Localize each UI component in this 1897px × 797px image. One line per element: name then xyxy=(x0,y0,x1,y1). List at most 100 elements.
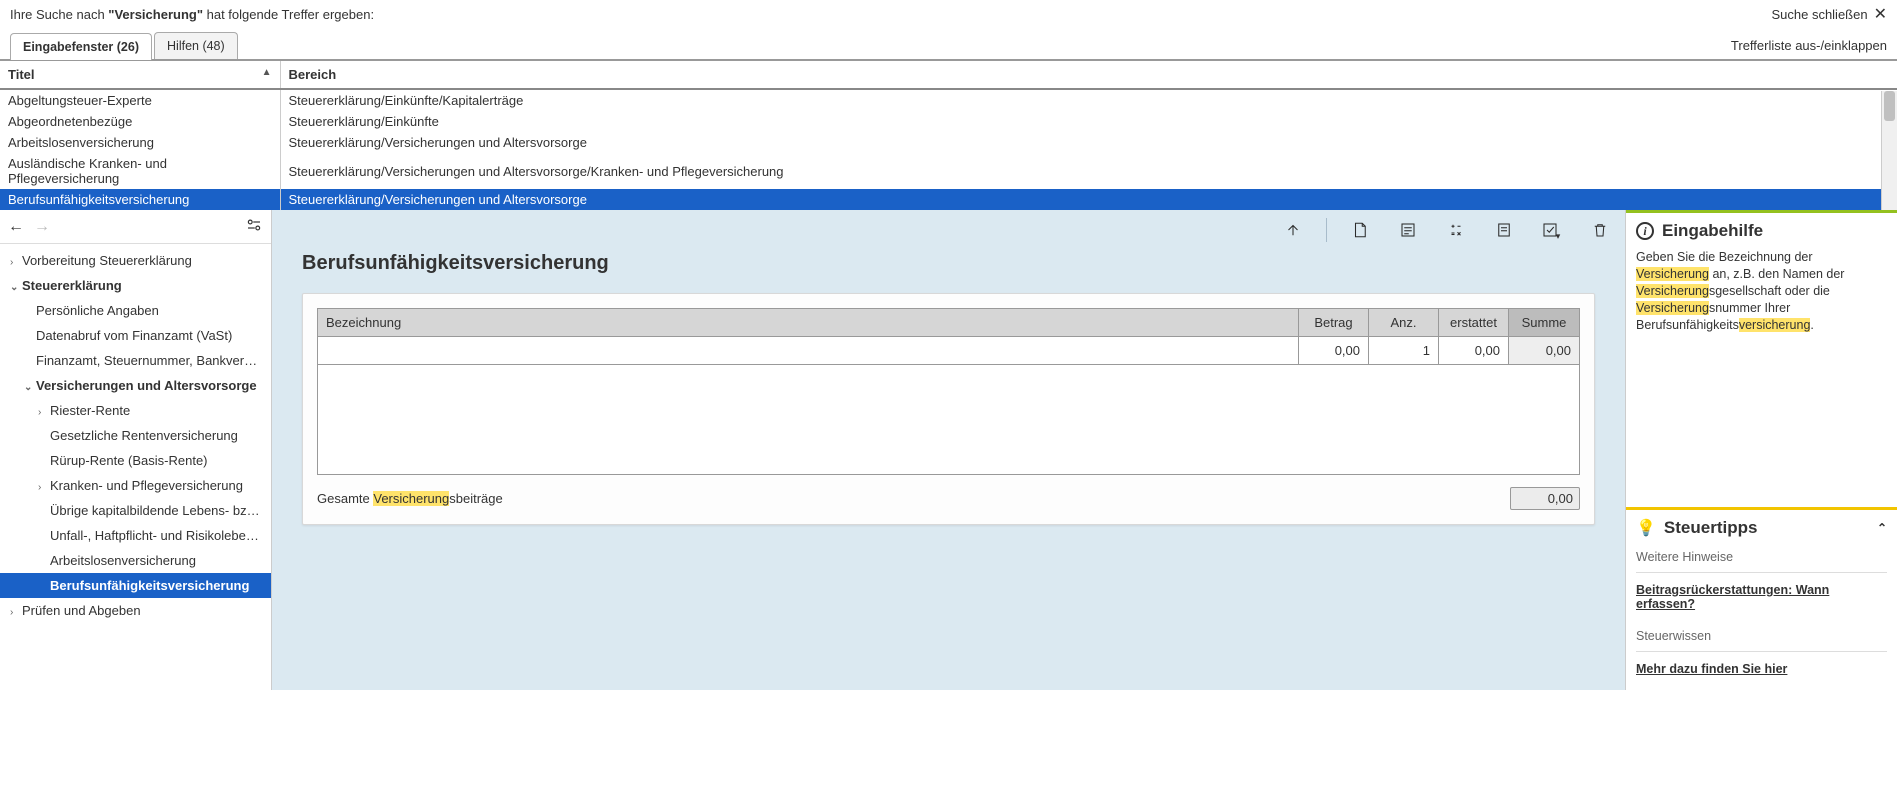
search-close-button[interactable]: Suche schließen ✕ xyxy=(1771,4,1887,24)
nav-forward-button[interactable]: → xyxy=(34,218,50,236)
nav-item-label: Rürup-Rente (Basis-Rente) xyxy=(50,453,208,468)
nav-item[interactable]: Finanzamt, Steuernummer, Bankverbindung xyxy=(0,348,271,373)
bulb-icon: 💡 xyxy=(1636,518,1656,538)
col-anz[interactable]: Anz. xyxy=(1369,309,1439,336)
help-title: i Eingabehilfe xyxy=(1636,221,1887,241)
results-scrollbar[interactable] xyxy=(1881,91,1897,210)
calc-icon[interactable] xyxy=(1441,218,1471,242)
nav-item[interactable]: Berufsunfähigkeitsversicherung xyxy=(0,573,271,598)
center-panel: ▾ Berufsunfähigkeitsversicherung Bezeich… xyxy=(272,210,1625,690)
results-wrap: Titel▲ Bereich Abgeltungsteuer-ExperteSt… xyxy=(0,61,1897,210)
chevron-right-icon: › xyxy=(10,257,22,268)
nav-item[interactable]: ›Vorbereitung Steuererklärung xyxy=(0,248,271,273)
note-icon[interactable] xyxy=(1489,218,1519,242)
nav-item-label: Vorbereitung Steuererklärung xyxy=(22,253,192,268)
nav-item-label: Datenabruf vom Finanzamt (VaSt) xyxy=(36,328,232,343)
divider xyxy=(1636,651,1887,652)
nav-item[interactable]: ›Kranken- und Pflegeversicherung xyxy=(0,473,271,498)
highlight: Versicherung xyxy=(373,491,449,506)
col-header-titel-label: Titel xyxy=(8,67,35,82)
tips-link-mehr[interactable]: Mehr dazu finden Sie hier xyxy=(1636,656,1887,682)
tips-sub-hinweise: Weitere Hinweise xyxy=(1636,538,1887,568)
center-toolbar: ▾ xyxy=(272,210,1625,246)
tab-eingabefenster[interactable]: Eingabefenster (26) xyxy=(10,33,152,60)
grid-header: Bezeichnung Betrag Anz. erstattet Summe xyxy=(318,309,1579,336)
nav-item[interactable]: ›Riester-Rente xyxy=(0,398,271,423)
list-icon[interactable] xyxy=(1393,218,1423,242)
nav-item[interactable]: Persönliche Angaben xyxy=(0,298,271,323)
results-cell-bereich: Steuererklärung/Einkünfte/Kapitalerträge xyxy=(280,89,1897,111)
nav-item[interactable]: Übrige kapitalbildende Lebens- bzw. Rent… xyxy=(0,498,271,523)
info-icon: i xyxy=(1636,222,1654,240)
left-nav: ← → ›Vorbereitung Steuererklärung⌄Steuer… xyxy=(0,210,272,690)
results-cell-titel: Arbeitslosenversicherung xyxy=(0,132,280,153)
divider xyxy=(1636,572,1887,573)
trash-icon[interactable] xyxy=(1585,218,1615,242)
nav-item-label: Arbeitslosenversicherung xyxy=(50,553,196,568)
results-row[interactable]: AbgeordnetenbezügeSteuererklärung/Einkün… xyxy=(0,111,1897,132)
form-card: Bezeichnung Betrag Anz. erstattet Summe … xyxy=(302,293,1595,525)
nav-item[interactable]: Arbeitslosenversicherung xyxy=(0,548,271,573)
nav-item-label: Prüfen und Abgeben xyxy=(22,603,141,618)
chevron-right-icon: › xyxy=(38,407,50,418)
page-icon[interactable] xyxy=(1345,218,1375,242)
scrollbar-thumb[interactable] xyxy=(1884,91,1895,121)
grid-empty-area[interactable] xyxy=(318,364,1579,474)
search-close-label: Suche schließen xyxy=(1771,7,1867,22)
total-row: Gesamte Versicherungsbeiträge 0,00 xyxy=(317,487,1580,510)
results-cell-bereich: Steuererklärung/Einkünfte xyxy=(280,111,1897,132)
nav-back-button[interactable]: ← xyxy=(8,218,24,236)
nav-item-label: Unfall-, Haftpflicht- und Risikolebensve… xyxy=(50,528,271,543)
search-message: Ihre Suche nach "Versicherung" hat folge… xyxy=(10,7,1771,22)
chevron-down-icon: ⌄ xyxy=(10,282,22,293)
cell-erstattet[interactable]: 0,00 xyxy=(1439,337,1509,364)
results-row[interactable]: Abgeltungsteuer-ExperteSteuererklärung/E… xyxy=(0,89,1897,111)
nav-item-label: Riester-Rente xyxy=(50,403,130,418)
cell-betrag[interactable]: 0,00 xyxy=(1299,337,1369,364)
cell-summe: 0,00 xyxy=(1509,337,1579,364)
results-row[interactable]: BerufsunfähigkeitsversicherungSteuererkl… xyxy=(0,189,1897,210)
nav-item[interactable]: ⌄Versicherungen und Altersvorsorge xyxy=(0,373,271,398)
results-cell-titel: Ausländische Kranken- und Pflegeversiche… xyxy=(0,153,280,189)
results-cell-titel: Berufsunfähigkeitsversicherung xyxy=(0,189,280,210)
collapse-results-link[interactable]: Trefferliste aus-/einklappen xyxy=(1731,38,1887,59)
tips-link-beitrag[interactable]: Beitragsrückerstattungen: Wann erfassen? xyxy=(1636,577,1887,617)
nav-item[interactable]: Gesetzliche Rentenversicherung xyxy=(0,423,271,448)
col-betrag[interactable]: Betrag xyxy=(1299,309,1369,336)
cell-anz[interactable]: 1 xyxy=(1369,337,1439,364)
results-row[interactable]: ArbeitslosenversicherungSteuererklärung/… xyxy=(0,132,1897,153)
nav-item[interactable]: ›Prüfen und Abgeben xyxy=(0,598,271,623)
chevron-up-icon: ⌃ xyxy=(1877,521,1887,535)
col-header-titel[interactable]: Titel▲ xyxy=(0,61,280,89)
results-cell-bereich: Steuererklärung/Versicherungen und Alter… xyxy=(280,189,1897,210)
search-term: "Versicherung" xyxy=(108,7,203,22)
total-value: 0,00 xyxy=(1510,487,1580,510)
cell-bezeichnung[interactable] xyxy=(318,337,1299,364)
check-icon[interactable]: ▾ xyxy=(1537,218,1567,242)
chevron-down-icon: ⌄ xyxy=(24,382,36,393)
col-summe[interactable]: Summe xyxy=(1509,309,1579,336)
tab-hilfen[interactable]: Hilfen (48) xyxy=(154,32,238,59)
nav-item[interactable]: Unfall-, Haftpflicht- und Risikolebensve… xyxy=(0,523,271,548)
total-label: Gesamte Versicherungsbeiträge xyxy=(317,491,1510,506)
grid-row[interactable]: 0,00 1 0,00 0,00 xyxy=(318,336,1579,364)
nav-item-label: Finanzamt, Steuernummer, Bankverbindung xyxy=(36,353,271,368)
close-icon: ✕ xyxy=(1874,4,1887,24)
nav-settings-button[interactable] xyxy=(245,216,263,237)
col-erstattet[interactable]: erstattet xyxy=(1439,309,1509,336)
main-layout: ← → ›Vorbereitung Steuererklärung⌄Steuer… xyxy=(0,210,1897,690)
tips-header[interactable]: 💡 Steuertipps ⌃ xyxy=(1636,518,1887,538)
page-title: Berufsunfähigkeitsversicherung xyxy=(302,246,1595,293)
results-cell-titel: Abgeltungsteuer-Experte xyxy=(0,89,280,111)
tips-section: 💡 Steuertipps ⌃ Weitere Hinweise Beitrag… xyxy=(1626,507,1897,690)
nav-item[interactable]: Datenabruf vom Finanzamt (VaSt) xyxy=(0,323,271,348)
results-row[interactable]: Ausländische Kranken- und Pflegeversiche… xyxy=(0,153,1897,189)
help-text: Geben Sie die Bezeichnung der Versicheru… xyxy=(1636,249,1887,333)
nav-item[interactable]: ⌄Steuererklärung xyxy=(0,273,271,298)
nav-item-label: Persönliche Angaben xyxy=(36,303,159,318)
nav-item[interactable]: Rürup-Rente (Basis-Rente) xyxy=(0,448,271,473)
col-bezeichnung[interactable]: Bezeichnung xyxy=(318,309,1299,336)
up-icon[interactable] xyxy=(1278,218,1308,242)
col-header-bereich[interactable]: Bereich xyxy=(280,61,1897,89)
help-title-label: Eingabehilfe xyxy=(1662,221,1763,241)
